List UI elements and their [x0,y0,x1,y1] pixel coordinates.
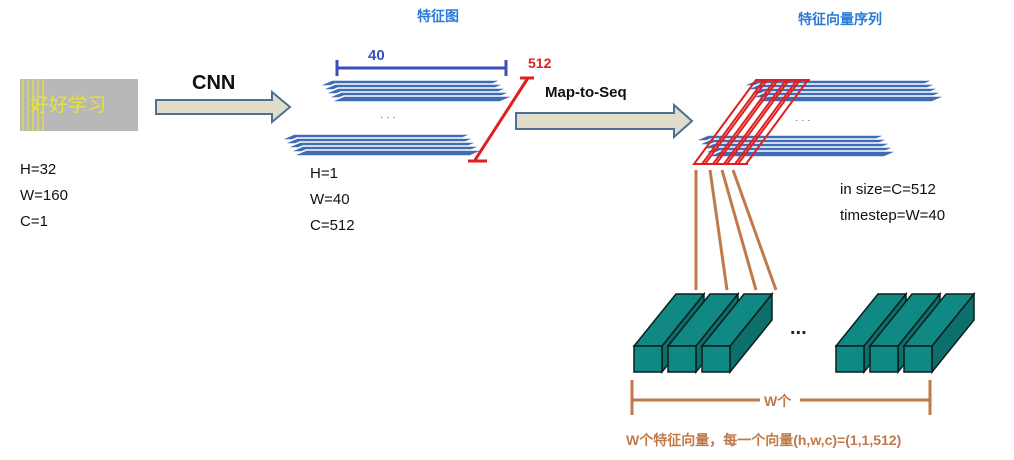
feature-map-front-stack [279,133,485,157]
input-image-text: 好好学习 [30,94,106,116]
feature-vector-front [701,345,731,373]
vectors-count-label: W个 [764,393,792,409]
sequence-title: 特征向量序列 [798,11,882,27]
feature-map-dots: · · · [380,112,396,123]
map-to-seq-label: Map-to-Seq [545,84,627,101]
feature-map-dim-c: C=512 [310,217,355,234]
input-dim-c: C=1 [20,213,48,230]
diagram-canvas: 好好学习 [20,60,976,415]
input-image: 好好学习 [20,79,138,131]
feature-vector-front [903,345,933,373]
feature-map-back-stack [317,79,515,103]
feature-vector-front [835,345,865,373]
sequence-in-size: in size=C=512 [840,181,936,198]
feature-map-dims: H=1 W=40 C=512 [310,161,355,239]
width-bracket [335,60,508,76]
feature-map-dim-h: H=1 [310,165,338,182]
feature-map-dim-w: W=40 [310,191,350,208]
vectors-ellipsis: ... [790,317,807,339]
cnn-label: CNN [192,72,236,94]
input-dim-h: H=32 [20,161,57,178]
sequence-timestep: timestep=W=40 [840,207,946,224]
feature-vector-front [633,345,663,373]
feature-map-front-layer [291,149,485,157]
vectors-caption: W个特征向量，每一个向量(h,w,c)=(1,1,512) [626,432,902,448]
cnn-arrow [155,89,292,125]
feature-vector-front [869,345,899,373]
map-to-seq-arrow [515,102,694,140]
feature-vector-front [667,345,697,373]
connector-lines [694,169,778,291]
sequence-params: in size=C=512 timestep=W=40 [840,177,945,229]
feature-map-depth-label: 512 [528,55,552,71]
sequence-dots: · · · [795,115,811,126]
input-dim-w: W=160 [20,187,68,204]
feature-map-title: 特征图 [417,8,459,24]
feature-map-width-label: 40 [368,47,385,64]
input-dims: H=32 W=160 C=1 [20,157,68,235]
feature-map-back-layer [329,95,515,103]
